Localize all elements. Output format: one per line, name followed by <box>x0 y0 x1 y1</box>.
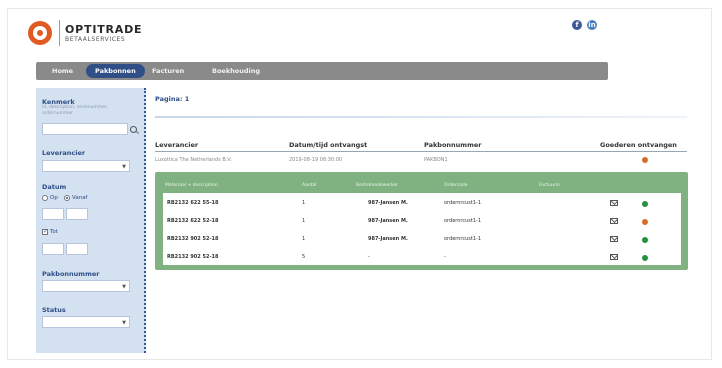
pakbonnummer-label: Pakbonnummer <box>42 270 100 278</box>
table-row-aantal: 5 <box>302 254 306 260</box>
col-goederen: Goederen ontvangen <box>600 141 677 149</box>
table-row-material: RB2132 622 55-18 <box>167 200 219 206</box>
mail-icon[interactable] <box>610 200 618 206</box>
search-icon[interactable] <box>130 126 137 133</box>
tot-checkbox[interactable]: ✓ <box>42 229 48 235</box>
nav-home[interactable]: Home <box>52 62 73 80</box>
record-datum: 2019-08-19 08:30:00 <box>289 157 343 163</box>
chevron-down-icon: ▼ <box>122 320 126 326</box>
col-datum: Datum/tijd ontvangst <box>289 141 368 149</box>
radio-op[interactable] <box>42 195 48 201</box>
detail-col-material: Materiaal + description <box>165 183 218 188</box>
vanaf-month-input[interactable] <box>66 208 88 220</box>
leverancier-label: Leverancier <box>42 149 86 157</box>
status-label: Status <box>42 306 66 314</box>
record-status-dot <box>642 157 648 163</box>
brand-name: OPTITRADE <box>65 23 143 36</box>
detail-col-factuurnr: Factuurnr <box>539 183 561 188</box>
facebook-icon[interactable]: f <box>572 20 582 30</box>
table-row-material: RB2132 622 52-18 <box>167 218 219 224</box>
table-row-order: - <box>444 254 446 260</box>
tot-month-input[interactable] <box>66 243 88 255</box>
optitrade-logo-icon <box>28 21 52 45</box>
nav-boekhouding[interactable]: Boekhouding <box>212 62 260 80</box>
header-divider <box>155 151 687 152</box>
table-row-material: RB2132 902 52-18 <box>167 236 219 242</box>
datum-label: Datum <box>42 183 67 191</box>
table-row-order: ordernrcust1-1 <box>444 200 482 206</box>
row-status-dot <box>642 219 648 225</box>
table-row-aantal: 1 <box>302 236 306 242</box>
detail-col-aantal: Aantal <box>302 183 317 188</box>
radio-op-label: Op <box>50 195 58 201</box>
kenmerk-input[interactable] <box>42 123 128 135</box>
row-status-dot <box>642 201 648 207</box>
nav-facturen[interactable]: Facturen <box>152 62 184 80</box>
col-leverancier: Leverancier <box>155 141 199 149</box>
tot-label: Tot <box>50 229 58 235</box>
table-row-medewerker: 987-Jansen M. <box>368 236 408 242</box>
detail-table <box>163 193 681 265</box>
row-status-dot <box>642 255 648 261</box>
table-row-medewerker: 987-Jansen M. <box>368 200 408 206</box>
mail-icon[interactable] <box>610 218 618 224</box>
brand-logo[interactable]: OPTITRADE BETAALSERVICES <box>28 20 168 46</box>
chevron-down-icon: ▼ <box>122 284 126 290</box>
brand-subtitle: BETAALSERVICES <box>65 36 126 43</box>
record-pakbonnummer[interactable]: PAKBON1 <box>424 157 448 163</box>
detail-col-medewerker: Bestelmedewerker <box>356 183 399 188</box>
page-number[interactable]: 1 <box>185 95 190 103</box>
tot-day-input[interactable] <box>42 243 64 255</box>
mail-icon[interactable] <box>610 254 618 260</box>
table-row-aantal: 1 <box>302 200 306 206</box>
leverancier-select[interactable]: ▼ <box>42 160 130 172</box>
linkedin-icon[interactable]: in <box>587 20 597 30</box>
table-row-order: ordernrcust1-1 <box>444 218 482 224</box>
detail-col-ordercode: Ordercode <box>444 183 468 188</box>
table-row-medewerker: - <box>368 254 370 260</box>
filter-sidebar: Kenmerk id, description, serienummer, or… <box>36 88 146 353</box>
record-leverancier: Luxottica The Netherlands B.V. <box>155 157 232 163</box>
pakbonnummer-select[interactable]: ▼ <box>42 280 130 292</box>
radio-vanaf[interactable] <box>64 195 70 201</box>
mail-icon[interactable] <box>610 236 618 242</box>
vanaf-day-input[interactable] <box>42 208 64 220</box>
col-pakbonnummer: Pakbonnummer <box>424 141 482 149</box>
pagination-label: Pagina: 1 <box>155 95 189 103</box>
logo-divider <box>59 20 60 46</box>
row-status-dot <box>642 237 648 243</box>
main-nav: Home Pakbonnen Facturen Boekhouding <box>36 62 608 80</box>
section-divider <box>155 116 687 118</box>
page-label: Pagina: <box>155 95 183 103</box>
chevron-down-icon: ▼ <box>122 164 126 170</box>
status-select[interactable]: ▼ <box>42 316 130 328</box>
table-row-medewerker: 987-Jansen M. <box>368 218 408 224</box>
nav-pakbonnen[interactable]: Pakbonnen <box>86 64 145 78</box>
table-row-aantal: 1 <box>302 218 306 224</box>
table-row-order: ordernrcust1-1 <box>444 236 482 242</box>
radio-vanaf-label: Vanaf <box>72 195 88 201</box>
kenmerk-hint: id, description, serienummer, ordernumme… <box>42 105 109 116</box>
table-row-material: RB2132 902 52-18 <box>167 254 219 260</box>
